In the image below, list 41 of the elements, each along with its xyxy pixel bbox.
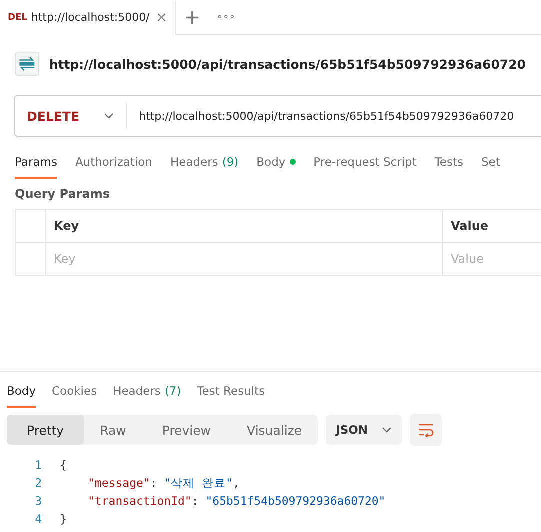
caret-icon [104,113,114,119]
add-tab-button[interactable]: + [176,5,209,29]
method-label: DEL [8,12,28,22]
tab[interactable]: Tests [434,149,464,179]
wrap-icon [418,423,434,437]
tab[interactable]: Headers (9) [170,149,239,179]
tab[interactable]: Pre-request Script [314,149,417,179]
column-header: Key [46,210,443,243]
code-line: "transactionId": "65b51f54b509792936a60720" [87,494,386,508]
caret-icon [382,427,392,433]
method-dropdown[interactable]: DELETE [15,103,127,129]
code-line: { [60,458,67,472]
request-tab[interactable]: DEL http://localhost:5000/ × [0,0,176,34]
view-mode-button[interactable]: Preview [142,415,232,445]
section-title: Query Params [14,186,112,203]
tab[interactable]: Cookies [52,378,98,408]
tab[interactable]: Authorization [75,149,152,179]
tab[interactable]: Body [7,378,36,408]
column-header: Value [443,210,541,243]
tab[interactable]: Params [15,149,58,179]
url-field[interactable]: http://localhost:5000/api/transactions/65b51f54b509792936a60720 [127,110,514,122]
view-mode-button[interactable]: Raw [84,415,142,445]
tab-title: http://localhost:5000/ [31,11,150,24]
line-number: 4 [34,512,43,526]
line-number: 3 [34,494,43,508]
tab[interactable]: Headers (7) [113,378,182,408]
more-button[interactable]: ∘∘∘ [208,12,244,22]
format-dropdown[interactable]: JSON [326,415,402,445]
request-name: http://localhost:5000/api/transactions/65b51f54b509792936a60720 [49,56,526,72]
tab[interactable]: Body [256,149,296,179]
close-button[interactable]: × [154,10,170,26]
view-mode-button[interactable]: Visualize [231,415,318,445]
tab[interactable]: Set [481,149,500,179]
line-number: 2 [34,476,43,490]
view-mode-button[interactable]: Pretty [7,415,84,445]
line-number: 1 [34,458,43,472]
tab[interactable]: Test Results [197,378,266,408]
code-line: } [60,512,67,526]
http-icon [15,51,40,77]
code-line: "message": "삭제 완료", [87,476,240,490]
wrap-button[interactable] [410,414,442,446]
